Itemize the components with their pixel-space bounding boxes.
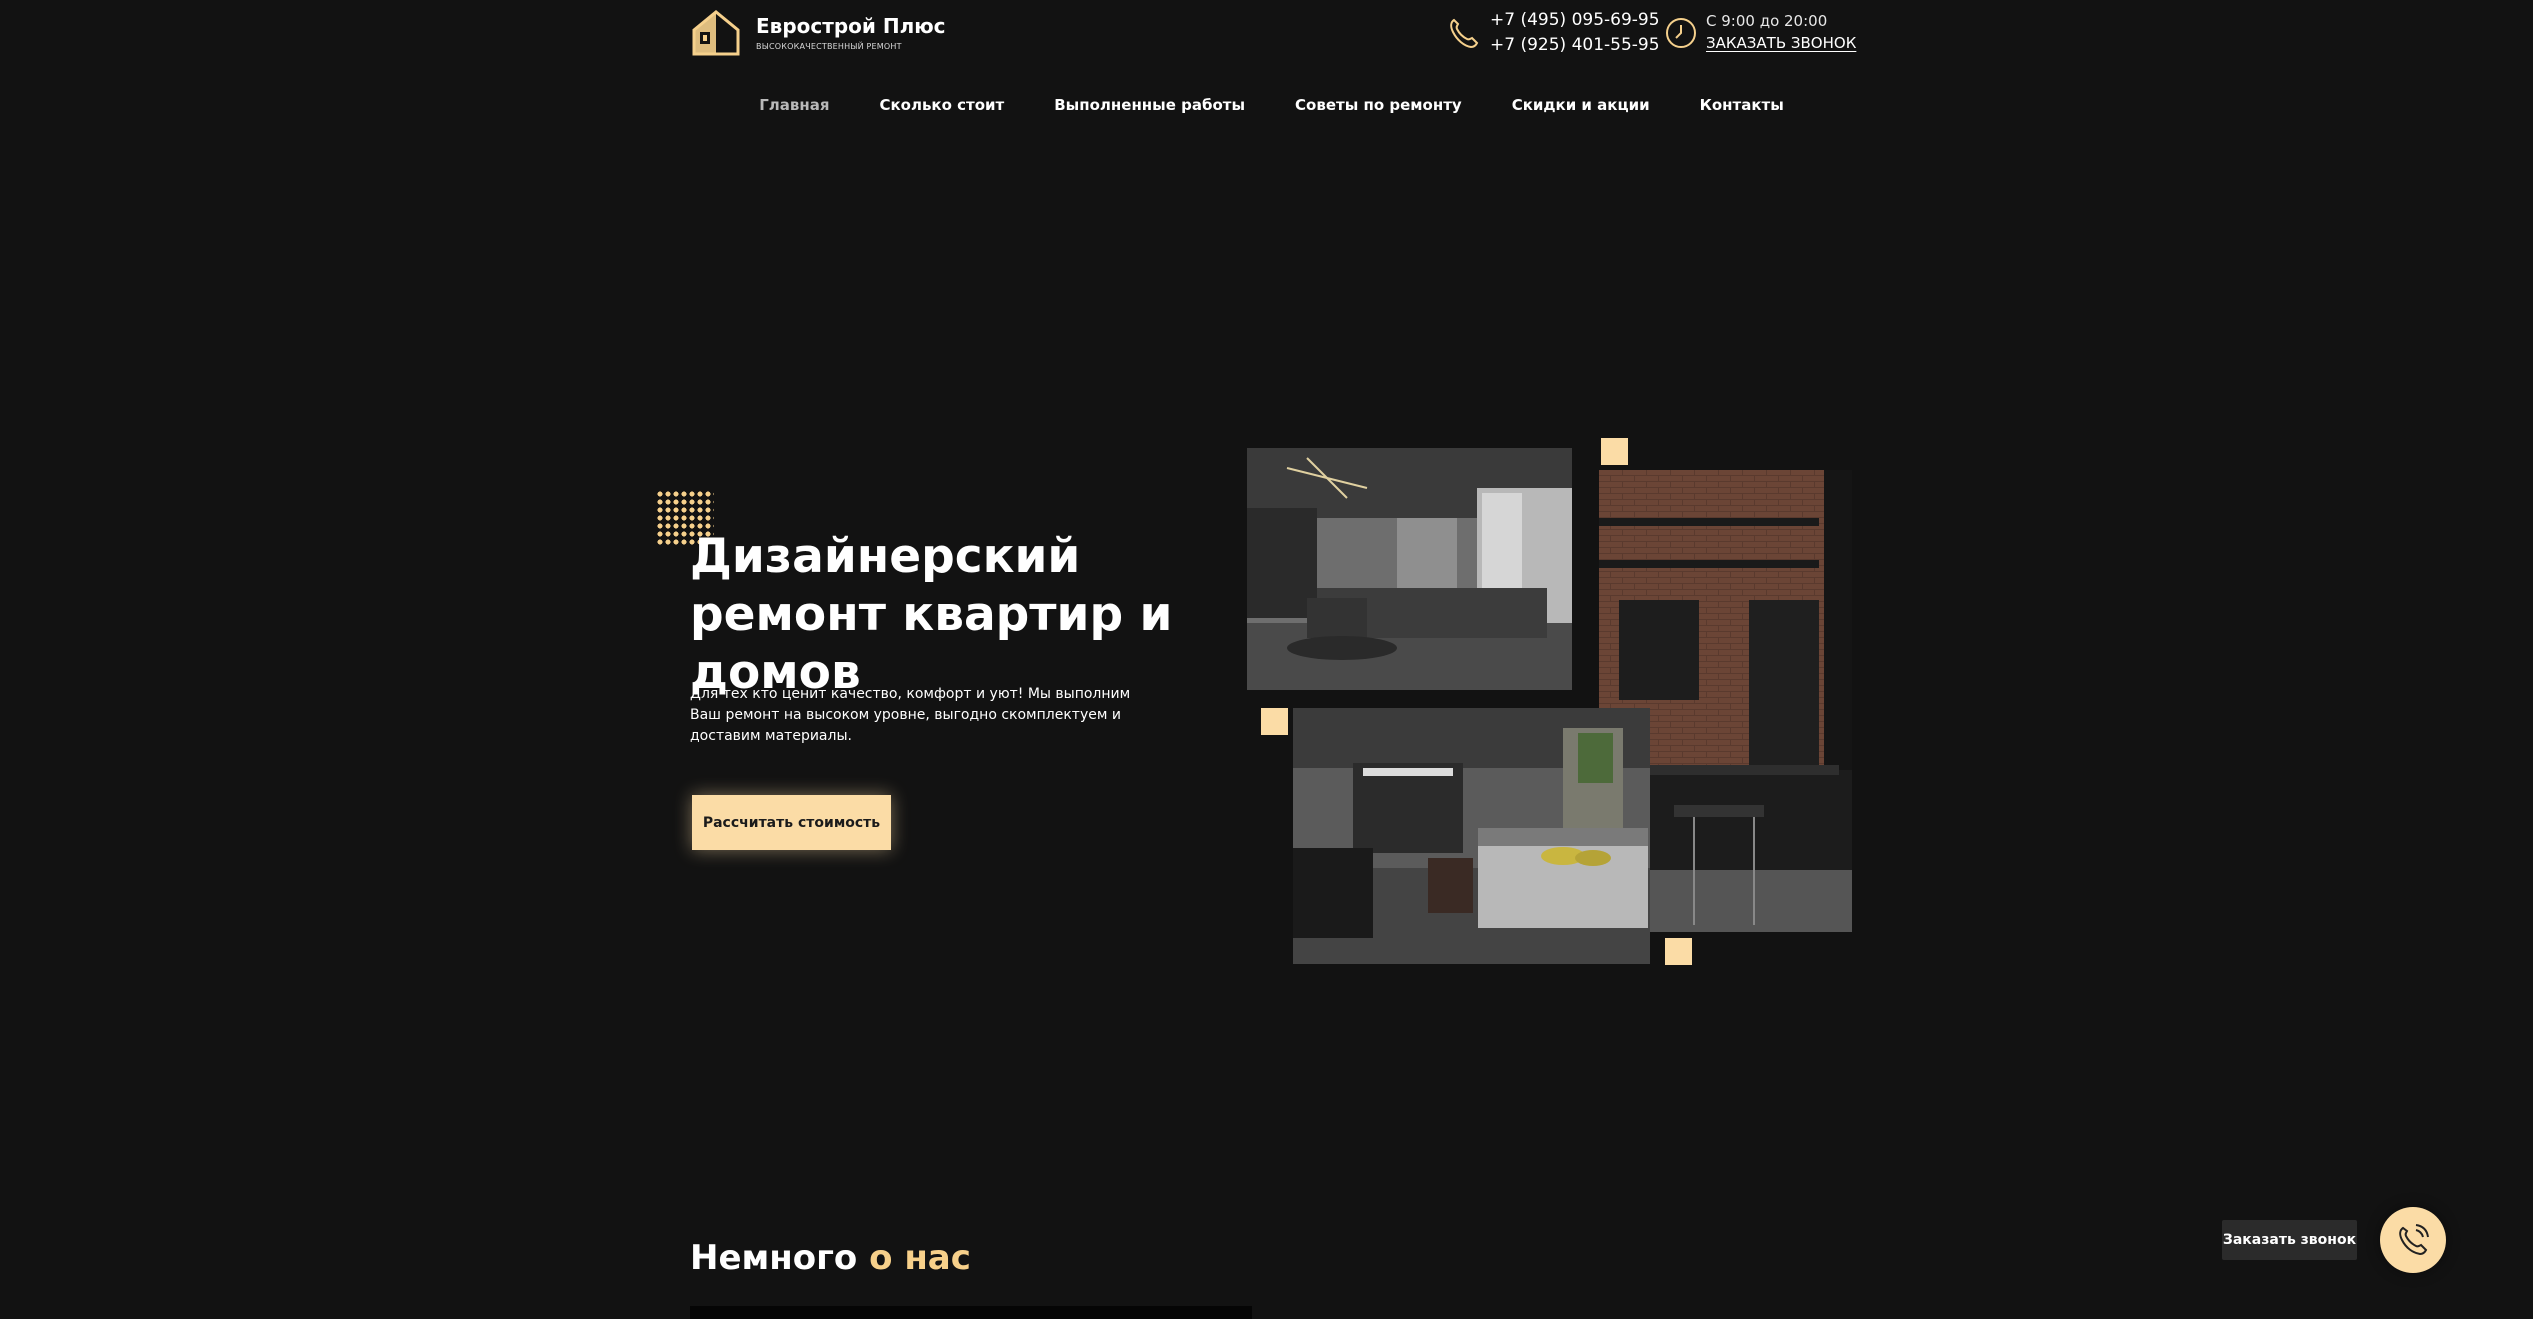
phone-number-2[interactable]: +7 (925) 401-55-95 [1490,35,1660,55]
nav-item-pricing[interactable]: Сколько стоит [879,96,1004,114]
house-logo-icon[interactable] [690,8,742,58]
about-media-block [690,1306,1252,1319]
nav-item-discounts[interactable]: Скидки и акции [1512,96,1650,114]
nav-item-portfolio[interactable]: Выполненные работы [1054,96,1245,114]
order-callback-link[interactable]: ЗАКАЗАТЬ ЗВОНОК [1706,34,1856,52]
phone-ring-icon [2399,1224,2429,1256]
living-room-interior-image [1247,448,1572,690]
main-nav: Главная Сколько стоит Выполненные работы… [0,96,2533,114]
bedroom-interior-image [1293,708,1650,964]
nav-item-contacts[interactable]: Контакты [1700,96,1784,114]
nav-item-home[interactable]: Главная [759,96,829,114]
about-title-plain: Немного [690,1238,870,1278]
brand-name[interactable]: Еврострой Плюс [756,14,946,38]
callback-tooltip[interactable]: Заказать звонок [2222,1220,2357,1260]
clock-icon [1664,16,1698,50]
decorative-square [1665,938,1692,965]
calculate-cost-button[interactable]: Рассчитать стоимость [692,795,891,850]
phone-icon [1446,16,1480,50]
nav-item-tips[interactable]: Советы по ремонту [1295,96,1462,114]
about-title-accent: о нас [869,1238,971,1278]
decorative-square [1601,438,1628,465]
about-section-title: Немного о нас [690,1238,971,1278]
working-hours: С 9:00 до 20:00 [1706,12,1828,30]
phone-number-1[interactable]: +7 (495) 095-69-95 [1490,10,1660,30]
hero-description: Для тех кто ценит качество, комфорт и ую… [690,686,1131,744]
floating-callback-button[interactable] [2380,1207,2446,1273]
hero-title: Дизайнерский ремонт квартир и домов [690,529,1173,700]
brand-tagline: ВЫСОКОКАЧЕСТВЕННЫЙ РЕМОНТ [756,42,902,51]
decorative-square [1261,708,1288,735]
